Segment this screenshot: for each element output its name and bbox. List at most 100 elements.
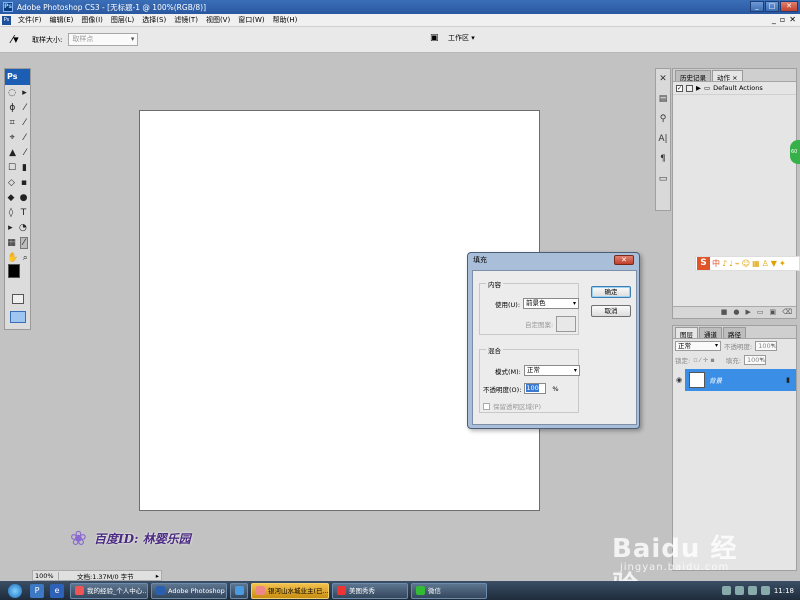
dodge-tool-icon[interactable]: ▪ bbox=[21, 178, 27, 188]
ime-item[interactable]: ▼ bbox=[771, 259, 777, 268]
layer-row-background[interactable]: ◉ 背景 ▮ bbox=[673, 369, 796, 391]
clone-source-icon[interactable]: ⚲ bbox=[656, 109, 670, 129]
zoom-tool-icon[interactable]: ⌕ bbox=[23, 253, 28, 263]
document-icon[interactable]: Ps bbox=[2, 15, 11, 25]
expand-triangle-icon[interactable]: ▶ bbox=[696, 84, 701, 92]
doc-restore-button[interactable]: ▫ bbox=[780, 15, 785, 24]
menu-filter[interactable]: 滤镜(T) bbox=[170, 15, 202, 25]
dialog-toggle[interactable] bbox=[686, 84, 693, 92]
move-tool-icon[interactable]: ▸ bbox=[22, 88, 27, 98]
eyedropper-tool-icon[interactable]: ⁄ bbox=[20, 236, 28, 249]
menu-edit[interactable]: 编辑(E) bbox=[46, 15, 78, 25]
tray-icon[interactable] bbox=[734, 586, 744, 595]
menu-file[interactable]: 文件(F) bbox=[14, 15, 46, 25]
eyedropper-icon[interactable]: ⁄▾ bbox=[6, 31, 24, 49]
shape-tool-icon[interactable]: ◔ bbox=[19, 223, 27, 233]
blend-mode-select[interactable]: 正常 bbox=[675, 341, 721, 351]
action-check[interactable]: ✓ bbox=[676, 84, 683, 92]
floating-widget[interactable]: 60 bbox=[790, 140, 800, 164]
marquee-tool-icon[interactable]: ◌ bbox=[8, 88, 16, 98]
preserve-transparency-checkbox[interactable] bbox=[483, 402, 490, 410]
start-button[interactable] bbox=[8, 583, 22, 598]
sample-size-select[interactable]: 取样点 bbox=[68, 33, 139, 46]
layer-fill-input[interactable]: 100% bbox=[743, 355, 766, 365]
ime-item[interactable]: ♙ bbox=[762, 259, 769, 268]
menu-view[interactable]: 视图(V) bbox=[202, 15, 234, 25]
pen-tool-icon[interactable]: ◆ bbox=[8, 193, 15, 203]
maximize-button[interactable]: □ bbox=[765, 1, 779, 12]
tray-icon[interactable] bbox=[747, 586, 757, 595]
path-selection-tool-icon[interactable]: ▸ bbox=[8, 223, 13, 233]
slice-tool-icon[interactable]: ⁄ bbox=[24, 118, 26, 128]
cancel-button[interactable]: 取消 bbox=[591, 305, 631, 317]
hand-tool-icon[interactable]: ✋ bbox=[7, 253, 18, 263]
magic-wand-tool-icon[interactable]: ⁄ bbox=[24, 103, 26, 113]
menu-select[interactable]: 选择(S) bbox=[138, 15, 170, 25]
task-meitu[interactable]: 美图秀秀 bbox=[332, 582, 408, 599]
record-icon[interactable]: ● bbox=[733, 307, 739, 318]
use-select[interactable]: 前景色 bbox=[523, 298, 580, 309]
menu-help[interactable]: 帮助(H) bbox=[269, 15, 302, 25]
tray-icon[interactable] bbox=[760, 586, 770, 595]
ime-item[interactable]: ▦ bbox=[752, 259, 760, 268]
stop-icon[interactable]: ■ bbox=[721, 307, 728, 318]
quicklaunch-ps-icon[interactable]: P bbox=[30, 583, 44, 598]
lasso-tool-icon[interactable]: ϕ bbox=[9, 103, 15, 113]
screen-mode-icon[interactable] bbox=[10, 311, 26, 323]
crop-tool-icon[interactable]: ⌗ bbox=[10, 118, 15, 128]
ime-item[interactable]: 中 bbox=[712, 258, 720, 269]
eraser-tool-icon[interactable]: ☐ bbox=[8, 163, 16, 173]
mode-select[interactable]: 正常 bbox=[523, 365, 580, 376]
task-chat[interactable]: 银河山水城业主(已... bbox=[251, 582, 329, 599]
character-icon[interactable]: A| bbox=[656, 129, 670, 149]
minimize-button[interactable]: _ bbox=[750, 1, 764, 12]
history-brush-tool-icon[interactable]: ⁄ bbox=[24, 148, 26, 158]
tab-actions[interactable]: 动作 × bbox=[712, 70, 743, 82]
type-tool-icon[interactable]: T bbox=[21, 208, 27, 218]
layer-opacity-input[interactable]: 100% bbox=[755, 341, 778, 351]
path-tool-icon[interactable]: ◊ bbox=[9, 208, 13, 218]
task-wechat[interactable]: 微信 bbox=[411, 582, 487, 599]
menu-image[interactable]: 图像(I) bbox=[77, 15, 107, 25]
healing-tool-icon[interactable]: ⌖ bbox=[10, 133, 15, 143]
sogou-ime-logo[interactable]: S bbox=[697, 257, 710, 270]
zoom-level[interactable]: 100% bbox=[33, 571, 59, 580]
layer-comps-icon[interactable]: ▭ bbox=[656, 169, 670, 189]
stamp-tool-icon[interactable]: ▲ bbox=[9, 148, 16, 158]
camera-icon[interactable]: ▣ bbox=[430, 32, 444, 44]
new-set-icon[interactable]: ▭ bbox=[757, 307, 764, 318]
gradient-tool-icon[interactable]: ▮ bbox=[22, 163, 27, 173]
notes-tool-icon[interactable]: ▦ bbox=[7, 238, 16, 248]
tab-layers[interactable]: 图层 bbox=[675, 327, 698, 339]
doc-minimize-button[interactable]: _ bbox=[772, 15, 776, 24]
close-button[interactable]: ✕ bbox=[780, 1, 798, 12]
action-set-row[interactable]: ✓ ▶ ▭ Default Actions bbox=[673, 82, 796, 95]
brush-tool-icon[interactable]: ⁄ bbox=[24, 133, 26, 143]
tab-history[interactable]: 历史记录 bbox=[675, 70, 711, 82]
task-app[interactable] bbox=[230, 582, 248, 599]
lock-icons[interactable]: ▫ ⁄ ✛ ▪ bbox=[693, 356, 715, 364]
ok-button[interactable]: 确定 bbox=[591, 286, 631, 298]
foreground-color-swatch[interactable] bbox=[8, 264, 20, 278]
status-menu-arrow[interactable]: ▸ bbox=[156, 572, 161, 580]
dialog-close-button[interactable]: ✕ bbox=[614, 255, 634, 265]
workspace-menu[interactable]: 工作区 ▾ bbox=[448, 33, 475, 43]
tool-presets-icon[interactable]: ✕ bbox=[656, 69, 670, 89]
new-action-icon[interactable]: ▣ bbox=[769, 307, 776, 318]
paragraph-icon[interactable]: ¶ bbox=[656, 149, 670, 169]
tab-channels[interactable]: 通道 bbox=[699, 327, 722, 339]
tray-icon[interactable] bbox=[721, 586, 731, 595]
ime-item[interactable]: ♪ bbox=[722, 259, 727, 268]
ime-item[interactable]: ☺ bbox=[742, 259, 750, 268]
play-icon[interactable]: ▶ bbox=[745, 307, 750, 318]
burn-tool-icon[interactable]: ● bbox=[20, 193, 28, 203]
menu-layer[interactable]: 图层(L) bbox=[107, 15, 138, 25]
ime-item[interactable]: ✦ bbox=[779, 259, 786, 268]
menu-window[interactable]: 窗口(W) bbox=[234, 15, 268, 25]
delete-icon[interactable]: ⌫ bbox=[782, 307, 792, 318]
ime-item[interactable]: ⌁ bbox=[735, 259, 740, 268]
eye-icon[interactable]: ◉ bbox=[673, 369, 685, 391]
brushes-icon[interactable]: ▤ bbox=[656, 89, 670, 109]
ime-item[interactable]: ♩ bbox=[729, 259, 733, 268]
doc-close-button[interactable]: ✕ bbox=[789, 15, 796, 24]
